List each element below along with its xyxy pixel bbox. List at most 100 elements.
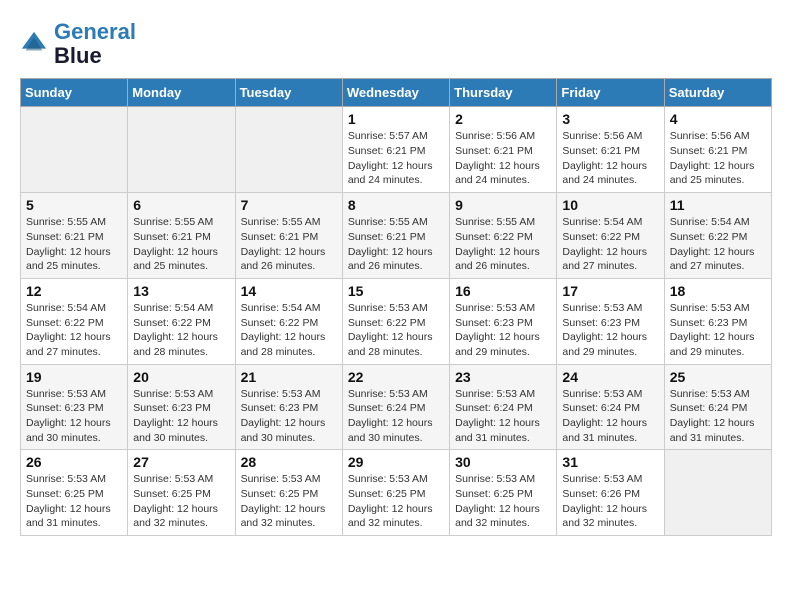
day-number: 13 — [133, 283, 229, 299]
day-info: Sunrise: 5:53 AM Sunset: 6:26 PM Dayligh… — [562, 472, 658, 531]
day-info: Sunrise: 5:53 AM Sunset: 6:25 PM Dayligh… — [348, 472, 444, 531]
day-info: Sunrise: 5:53 AM Sunset: 6:25 PM Dayligh… — [241, 472, 337, 531]
calendar-cell: 26 Sunrise: 5:53 AM Sunset: 6:25 PM Dayli… — [21, 450, 128, 536]
day-info: Sunrise: 5:54 AM Sunset: 6:22 PM Dayligh… — [670, 215, 766, 274]
day-info: Sunrise: 5:53 AM Sunset: 6:23 PM Dayligh… — [133, 387, 229, 446]
calendar-cell: 21 Sunrise: 5:53 AM Sunset: 6:23 PM Dayli… — [235, 364, 342, 450]
day-number: 28 — [241, 454, 337, 470]
calendar-cell: 2 Sunrise: 5:56 AM Sunset: 6:21 PM Daylig… — [450, 107, 557, 193]
day-number: 26 — [26, 454, 122, 470]
day-info: Sunrise: 5:55 AM Sunset: 6:21 PM Dayligh… — [133, 215, 229, 274]
page-header: GeneralBlue — [20, 20, 772, 68]
day-info: Sunrise: 5:55 AM Sunset: 6:22 PM Dayligh… — [455, 215, 551, 274]
calendar-cell: 24Sunrise: 5:53 AM Sunset: 6:24 PM Dayli… — [557, 364, 664, 450]
column-header-monday: Monday — [128, 79, 235, 107]
day-number: 16 — [455, 283, 551, 299]
day-number: 21 — [241, 369, 337, 385]
calendar-cell: 31 Sunrise: 5:53 AM Sunset: 6:26 PM Dayli… — [557, 450, 664, 536]
calendar-cell — [664, 450, 771, 536]
day-info: Sunrise: 5:56 AM Sunset: 6:21 PM Dayligh… — [455, 129, 551, 188]
day-info: Sunrise: 5:56 AM Sunset: 6:21 PM Dayligh… — [670, 129, 766, 188]
day-info: Sunrise: 5:53 AM Sunset: 6:23 PM Dayligh… — [241, 387, 337, 446]
calendar-cell: 12 Sunrise: 5:54 AM Sunset: 6:22 PM Dayli… — [21, 278, 128, 364]
day-number: 15 — [348, 283, 444, 299]
calendar-cell: 7 Sunrise: 5:55 AM Sunset: 6:21 PM Daylig… — [235, 193, 342, 279]
calendar-cell: 30Sunrise: 5:53 AM Sunset: 6:25 PM Dayli… — [450, 450, 557, 536]
day-number: 17 — [562, 283, 658, 299]
calendar-cell: 17 Sunrise: 5:53 AM Sunset: 6:23 PM Dayli… — [557, 278, 664, 364]
day-number: 24 — [562, 369, 658, 385]
day-number: 19 — [26, 369, 122, 385]
day-info: Sunrise: 5:53 AM Sunset: 6:24 PM Dayligh… — [670, 387, 766, 446]
calendar-cell: 13 Sunrise: 5:54 AM Sunset: 6:22 PM Dayli… — [128, 278, 235, 364]
column-header-friday: Friday — [557, 79, 664, 107]
column-header-saturday: Saturday — [664, 79, 771, 107]
calendar-cell: 20Sunrise: 5:53 AM Sunset: 6:23 PM Dayli… — [128, 364, 235, 450]
day-info: Sunrise: 5:54 AM Sunset: 6:22 PM Dayligh… — [26, 301, 122, 360]
calendar-cell: 19 Sunrise: 5:53 AM Sunset: 6:23 PM Dayli… — [21, 364, 128, 450]
calendar-cell — [128, 107, 235, 193]
calendar-cell: 3 Sunrise: 5:56 AM Sunset: 6:21 PM Daylig… — [557, 107, 664, 193]
calendar-cell: 8 Sunrise: 5:55 AM Sunset: 6:21 PM Daylig… — [342, 193, 449, 279]
day-number: 6 — [133, 197, 229, 213]
calendar-cell: 25Sunrise: 5:53 AM Sunset: 6:24 PM Dayli… — [664, 364, 771, 450]
day-info: Sunrise: 5:53 AM Sunset: 6:24 PM Dayligh… — [348, 387, 444, 446]
column-header-wednesday: Wednesday — [342, 79, 449, 107]
day-number: 4 — [670, 111, 766, 127]
day-info: Sunrise: 5:57 AM Sunset: 6:21 PM Dayligh… — [348, 129, 444, 188]
day-info: Sunrise: 5:54 AM Sunset: 6:22 PM Dayligh… — [133, 301, 229, 360]
calendar-cell: 18Sunrise: 5:53 AM Sunset: 6:23 PM Dayli… — [664, 278, 771, 364]
calendar-cell: 16 Sunrise: 5:53 AM Sunset: 6:23 PM Dayli… — [450, 278, 557, 364]
day-info: Sunrise: 5:53 AM Sunset: 6:23 PM Dayligh… — [455, 301, 551, 360]
calendar-cell — [21, 107, 128, 193]
day-info: Sunrise: 5:54 AM Sunset: 6:22 PM Dayligh… — [562, 215, 658, 274]
day-number: 1 — [348, 111, 444, 127]
day-number: 14 — [241, 283, 337, 299]
day-number: 9 — [455, 197, 551, 213]
calendar-cell: 5Sunrise: 5:55 AM Sunset: 6:21 PM Daylig… — [21, 193, 128, 279]
day-info: Sunrise: 5:56 AM Sunset: 6:21 PM Dayligh… — [562, 129, 658, 188]
day-info: Sunrise: 5:53 AM Sunset: 6:25 PM Dayligh… — [455, 472, 551, 531]
calendar-cell: 14 Sunrise: 5:54 AM Sunset: 6:22 PM Dayli… — [235, 278, 342, 364]
day-number: 23 — [455, 369, 551, 385]
day-info: Sunrise: 5:53 AM Sunset: 6:23 PM Dayligh… — [562, 301, 658, 360]
calendar-cell: 29 Sunrise: 5:53 AM Sunset: 6:25 PM Dayli… — [342, 450, 449, 536]
day-number: 7 — [241, 197, 337, 213]
day-number: 8 — [348, 197, 444, 213]
day-info: Sunrise: 5:53 AM Sunset: 6:22 PM Dayligh… — [348, 301, 444, 360]
logo-text: GeneralBlue — [54, 20, 136, 68]
day-info: Sunrise: 5:53 AM Sunset: 6:23 PM Dayligh… — [26, 387, 122, 446]
day-number: 3 — [562, 111, 658, 127]
calendar-cell: 22 Sunrise: 5:53 AM Sunset: 6:24 PM Dayli… — [342, 364, 449, 450]
day-number: 31 — [562, 454, 658, 470]
day-info: Sunrise: 5:53 AM Sunset: 6:25 PM Dayligh… — [133, 472, 229, 531]
calendar-cell: 23Sunrise: 5:53 AM Sunset: 6:24 PM Dayli… — [450, 364, 557, 450]
calendar-cell: 10 Sunrise: 5:54 AM Sunset: 6:22 PM Dayli… — [557, 193, 664, 279]
day-number: 22 — [348, 369, 444, 385]
logo-icon — [20, 30, 48, 58]
calendar-cell: 15 Sunrise: 5:53 AM Sunset: 6:22 PM Dayli… — [342, 278, 449, 364]
day-info: Sunrise: 5:55 AM Sunset: 6:21 PM Dayligh… — [241, 215, 337, 274]
column-header-sunday: Sunday — [21, 79, 128, 107]
day-number: 2 — [455, 111, 551, 127]
calendar-cell: 28 Sunrise: 5:53 AM Sunset: 6:25 PM Dayli… — [235, 450, 342, 536]
calendar-cell — [235, 107, 342, 193]
day-number: 10 — [562, 197, 658, 213]
calendar-cell: 4 Sunrise: 5:56 AM Sunset: 6:21 PM Daylig… — [664, 107, 771, 193]
day-info: Sunrise: 5:53 AM Sunset: 6:25 PM Dayligh… — [26, 472, 122, 531]
column-header-thursday: Thursday — [450, 79, 557, 107]
day-info: Sunrise: 5:54 AM Sunset: 6:22 PM Dayligh… — [241, 301, 337, 360]
day-info: Sunrise: 5:55 AM Sunset: 6:21 PM Dayligh… — [348, 215, 444, 274]
column-header-tuesday: Tuesday — [235, 79, 342, 107]
calendar-cell: 11 Sunrise: 5:54 AM Sunset: 6:22 PM Dayli… — [664, 193, 771, 279]
day-number: 27 — [133, 454, 229, 470]
calendar-table: SundayMondayTuesdayWednesdayThursdayFrid… — [20, 78, 772, 536]
day-number: 29 — [348, 454, 444, 470]
day-number: 12 — [26, 283, 122, 299]
calendar-cell: 27 Sunrise: 5:53 AM Sunset: 6:25 PM Dayli… — [128, 450, 235, 536]
day-number: 11 — [670, 197, 766, 213]
day-info: Sunrise: 5:55 AM Sunset: 6:21 PM Dayligh… — [26, 215, 122, 274]
calendar-cell: 6 Sunrise: 5:55 AM Sunset: 6:21 PM Daylig… — [128, 193, 235, 279]
calendar-cell: 1 Sunrise: 5:57 AM Sunset: 6:21 PM Daylig… — [342, 107, 449, 193]
logo: GeneralBlue — [20, 20, 136, 68]
